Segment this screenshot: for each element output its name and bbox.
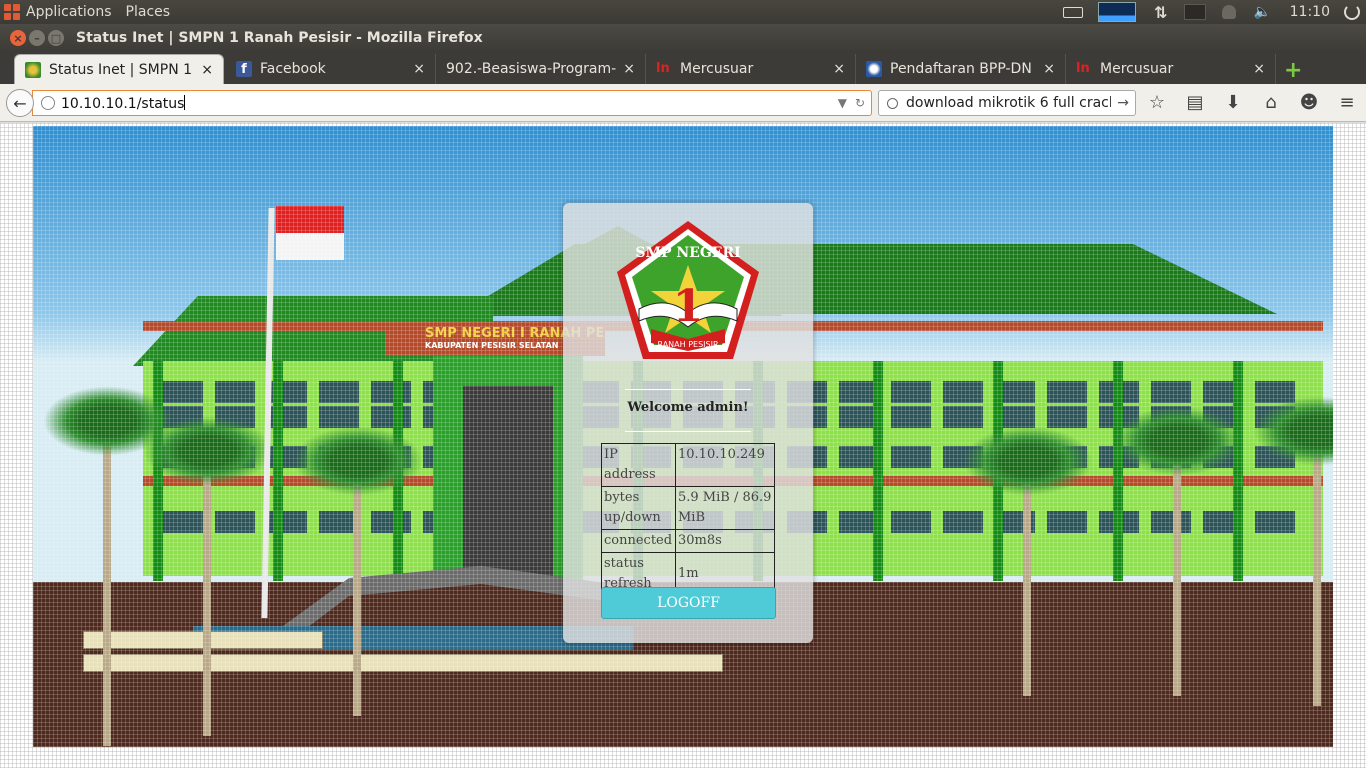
tab-beasiswa[interactable]: 902.-Beasiswa-Program-Pendidikan ×: [436, 54, 646, 84]
tab-label: Mercusuar: [1100, 61, 1174, 77]
palm-tree: [43, 386, 173, 746]
new-tab-button[interactable]: +: [1284, 58, 1302, 83]
text-caret: [184, 94, 186, 110]
bpp-icon: [866, 61, 882, 77]
mail-icon: [1183, 4, 1206, 20]
roof: [458, 244, 1277, 314]
close-tab-icon[interactable]: ×: [833, 61, 845, 77]
back-button[interactable]: ←: [6, 89, 34, 117]
close-tab-icon[interactable]: ×: [623, 61, 635, 77]
keyboard-icon: [1062, 6, 1083, 18]
maximize-window-button[interactable]: □: [48, 30, 64, 46]
palm-tree: [963, 426, 1093, 696]
table-row: bytes up/down 5.9 MiB / 86.9 MiB: [601, 486, 775, 530]
downloads-icon[interactable]: ⬇: [1222, 92, 1244, 113]
places-menu[interactable]: Places: [126, 4, 171, 20]
palm-tree: [1113, 406, 1243, 696]
facebook-icon: f: [236, 61, 252, 77]
logo-top-text: SMP NEGERI: [635, 245, 740, 261]
school-logo: SMP NEGERI 1 RANAH PESISIR: [617, 221, 759, 359]
logo-number: 1: [673, 281, 704, 332]
notification-indicator[interactable]: [1218, 4, 1240, 20]
table-row: IP address 10.10.10.249: [601, 443, 775, 487]
logoff-button[interactable]: LOGOFF: [601, 587, 776, 619]
bell-icon: [1221, 5, 1236, 19]
applications-label: Applications: [26, 4, 112, 20]
applications-menu[interactable]: Applications: [4, 4, 112, 20]
separator: [625, 431, 751, 432]
status-value: 10.10.10.249: [675, 443, 775, 487]
url-dropdown-icon[interactable]: ▼: [838, 96, 847, 110]
logo-bottom-text: RANAH PESISIR: [657, 340, 718, 349]
status-key: connected: [601, 529, 676, 553]
door: [463, 386, 553, 586]
bookmark-star-icon[interactable]: ☆: [1146, 92, 1168, 113]
tab-mercusuar-2[interactable]: ln Mercusuar ×: [1066, 54, 1276, 84]
search-bar[interactable]: download mikrotik 6 full crack →: [878, 90, 1136, 116]
page-content: SMP NEGERI I RANAH PESISIR KABUPATEN PES…: [0, 123, 1366, 768]
top-panel: Applications Places ⇅ 🔈 11:10: [0, 0, 1366, 24]
search-icon: [887, 97, 898, 109]
network-icon[interactable]: ⇅: [1150, 3, 1172, 22]
separator: [625, 389, 751, 390]
tab-label: Status Inet | SMPN 1 Ranah Pesisir: [49, 61, 195, 78]
home-icon[interactable]: ⌂: [1260, 92, 1282, 113]
applications-icon: [4, 4, 20, 20]
search-input[interactable]: download mikrotik 6 full crack: [906, 95, 1111, 111]
status-key: IP address: [601, 443, 676, 487]
status-value: 30m8s: [675, 529, 775, 553]
site-identity-icon[interactable]: [41, 96, 55, 110]
window-title: Status Inet | SMPN 1 Ranah Pesisir - Moz…: [76, 30, 483, 46]
clock[interactable]: 11:10: [1290, 4, 1330, 20]
tab-pendaftaran-bpp[interactable]: Pendaftaran BPP-DN ×: [856, 54, 1066, 84]
status-card: SMP NEGERI 1 RANAH PESISIR Welcome admin…: [563, 203, 813, 643]
indonesian-flag: [276, 206, 344, 260]
system-monitor-icon[interactable]: [1097, 2, 1136, 22]
mercusuar-icon: ln: [656, 61, 670, 76]
palm-tree: [1253, 396, 1333, 706]
close-window-button[interactable]: ×: [10, 30, 26, 46]
welcome-message: Welcome admin!: [627, 400, 749, 415]
status-value: 5.9 MiB / 86.9 MiB: [675, 486, 775, 530]
close-tab-icon[interactable]: ×: [1253, 61, 1265, 77]
status-key: bytes up/down: [601, 486, 676, 530]
palm-tree: [293, 426, 423, 716]
tab-label: 902.-Beasiswa-Program-Pendidikan: [446, 61, 617, 77]
table-row: connected 30m8s: [601, 529, 775, 553]
step: [83, 654, 723, 672]
tab-label: Facebook: [260, 61, 326, 77]
window-titlebar: × – □ Status Inet | SMPN 1 Ranah Pesisir…: [0, 24, 1366, 52]
power-icon[interactable]: [1344, 4, 1360, 20]
status-table: IP address 10.10.10.249 bytes up/down 5.…: [601, 443, 775, 596]
mercusuar-icon: ln: [1076, 61, 1090, 76]
reload-icon[interactable]: ↻: [855, 96, 865, 110]
tab-mercusuar[interactable]: ln Mercusuar ×: [646, 54, 856, 84]
reading-list-icon[interactable]: ▤: [1184, 92, 1206, 113]
close-tab-icon[interactable]: ×: [413, 61, 425, 77]
keyboard-indicator[interactable]: [1062, 4, 1084, 20]
navigation-bar: 10.10.10.1/status ▼ ↻ ← download mikroti…: [0, 84, 1366, 122]
tab-status-inet[interactable]: Status Inet | SMPN 1 Ranah Pesisir ×: [14, 54, 224, 84]
search-go-icon[interactable]: →: [1117, 95, 1129, 111]
chat-icon[interactable]: ☻: [1298, 92, 1320, 113]
school-logo-icon: [25, 61, 41, 78]
url-value: 10.10.10.1/status: [61, 95, 185, 112]
mail-indicator[interactable]: [1183, 4, 1206, 20]
volume-icon[interactable]: 🔈: [1252, 4, 1274, 20]
tab-label: Mercusuar: [680, 61, 754, 77]
minimize-window-button[interactable]: –: [29, 30, 45, 46]
menu-icon[interactable]: ≡: [1336, 92, 1358, 113]
close-tab-icon[interactable]: ×: [201, 62, 213, 78]
url-bar[interactable]: 10.10.10.1/status ▼ ↻: [32, 90, 872, 116]
tab-strip: Status Inet | SMPN 1 Ranah Pesisir × f F…: [0, 52, 1366, 84]
tab-facebook[interactable]: f Facebook ×: [226, 54, 436, 84]
palm-tree: [143, 416, 273, 736]
tab-label: Pendaftaran BPP-DN: [890, 61, 1032, 77]
close-tab-icon[interactable]: ×: [1043, 61, 1055, 77]
entrance: [433, 346, 583, 586]
